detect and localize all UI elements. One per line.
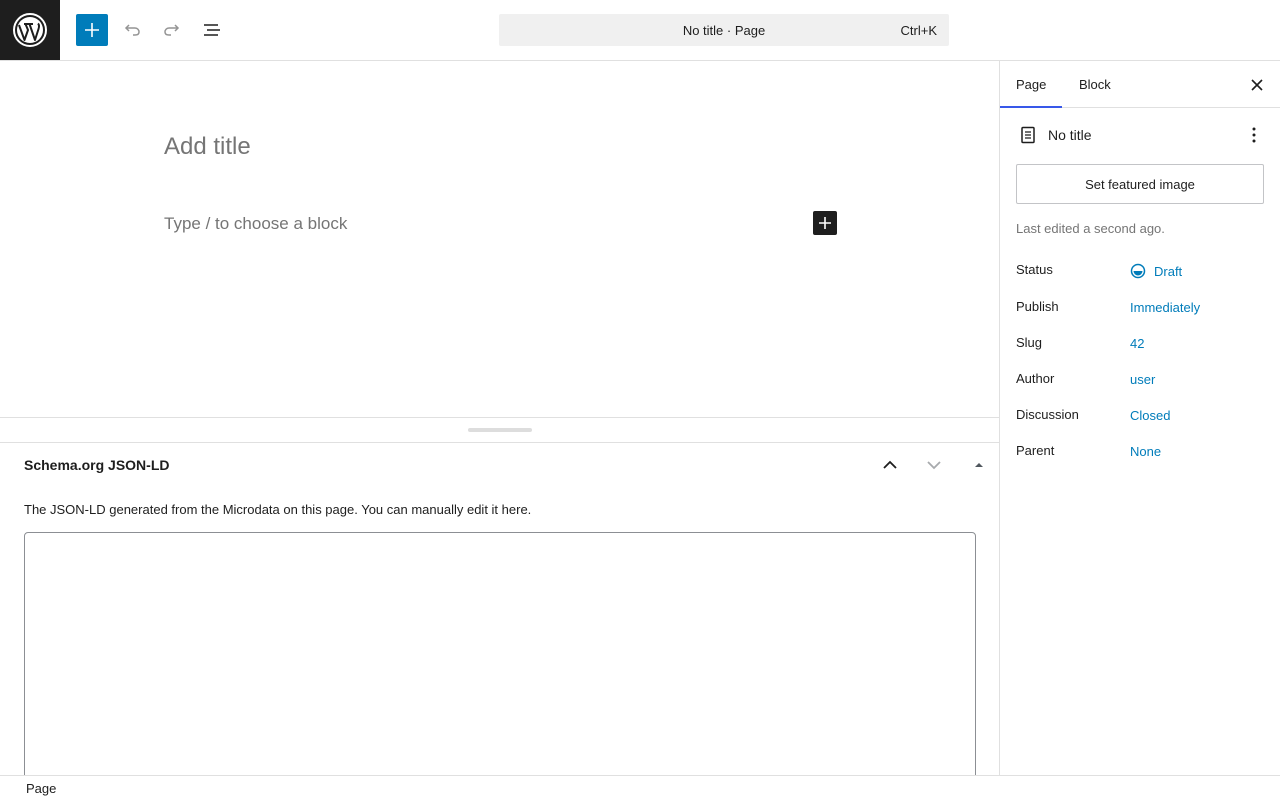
command-bar-title: No title · Page: [682, 22, 766, 38]
status-row: Status Draft: [1016, 262, 1266, 286]
undo-icon: [124, 24, 140, 36]
command-palette-bar[interactable]: No title · Page Ctrl+K: [499, 14, 949, 46]
metabox-title: Schema.org JSON-LD: [24, 457, 170, 473]
move-up-button[interactable]: [874, 451, 906, 479]
more-vertical-icon: [1252, 127, 1256, 143]
last-edited-text: Last edited a second ago.: [1016, 221, 1165, 236]
tab-page[interactable]: Page: [1000, 61, 1063, 108]
author-row: Author user: [1016, 371, 1266, 395]
block-inserter-toggle-button[interactable]: [76, 14, 108, 46]
post-title-input[interactable]: Add title: [164, 133, 251, 161]
settings-sidebar: Page Block No title Set featured image L…: [999, 61, 1280, 775]
undo-button[interactable]: [116, 14, 148, 46]
discussion-row: Discussion Closed: [1016, 407, 1266, 431]
author-label: Author: [1016, 371, 1055, 386]
author-value[interactable]: user: [1130, 372, 1155, 387]
breadcrumb[interactable]: Page: [26, 781, 56, 796]
sidebar-tabs: Page Block: [1000, 61, 1280, 108]
editor-header: No title · Page Ctrl+K: [0, 0, 1280, 61]
resize-handle[interactable]: [468, 428, 532, 432]
redo-button[interactable]: [156, 14, 188, 46]
set-featured-image-button[interactable]: Set featured image: [1016, 164, 1264, 204]
document-overview-button[interactable]: [196, 14, 228, 46]
discussion-label: Discussion: [1016, 407, 1079, 422]
plus-icon: [819, 217, 831, 229]
caret-up-icon: [975, 463, 983, 467]
draft-status-icon: [1130, 263, 1146, 279]
block-appender[interactable]: Type / to choose a block: [164, 214, 347, 234]
toggle-panel-button[interactable]: [963, 451, 995, 479]
slug-label: Slug: [1016, 335, 1043, 350]
slug-row: Slug 42: [1016, 335, 1266, 359]
wordpress-logo-svg: [13, 13, 47, 47]
wordpress-logo-icon[interactable]: [0, 0, 60, 60]
status-value: Draft: [1154, 263, 1183, 279]
add-block-button[interactable]: [813, 211, 837, 235]
redo-icon: [164, 24, 180, 36]
document-actions-button[interactable]: [1242, 123, 1266, 147]
document-card: No title: [1016, 123, 1266, 147]
publish-row: Publish Immediately: [1016, 299, 1266, 323]
status-label: Status: [1016, 262, 1053, 277]
parent-label: Parent: [1016, 443, 1055, 458]
close-icon: [1251, 79, 1263, 91]
schema-jsonld-metabox: Schema.org JSON-LD The JSON-LD generated…: [0, 443, 999, 775]
discussion-value[interactable]: Closed: [1130, 408, 1170, 423]
parent-row: Parent None: [1016, 443, 1266, 467]
command-bar-shortcut: Ctrl+K: [900, 23, 937, 38]
chevron-up-icon: [883, 460, 897, 469]
list-view-icon: [204, 24, 220, 36]
parent-value[interactable]: None: [1130, 444, 1161, 459]
plus-icon: [85, 23, 99, 37]
page-icon: [1021, 126, 1035, 144]
chevron-down-icon: [927, 461, 941, 470]
slug-value[interactable]: 42: [1130, 336, 1144, 351]
document-title: No title: [1048, 127, 1092, 143]
publish-value[interactable]: Immediately: [1130, 300, 1200, 315]
publish-label: Publish: [1016, 299, 1059, 314]
editor-canvas: Add title Type / to choose a block: [0, 61, 999, 417]
close-settings-button[interactable]: [1245, 73, 1269, 97]
editor-footer: Page: [0, 775, 1280, 800]
jsonld-textarea[interactable]: [24, 532, 976, 775]
metabox-description: The JSON-LD generated from the Microdata…: [24, 502, 532, 517]
tab-block[interactable]: Block: [1063, 61, 1127, 108]
status-toggle[interactable]: Draft: [1130, 263, 1182, 279]
move-down-button[interactable]: [918, 451, 950, 479]
metabox-resize-bar: [0, 417, 999, 443]
